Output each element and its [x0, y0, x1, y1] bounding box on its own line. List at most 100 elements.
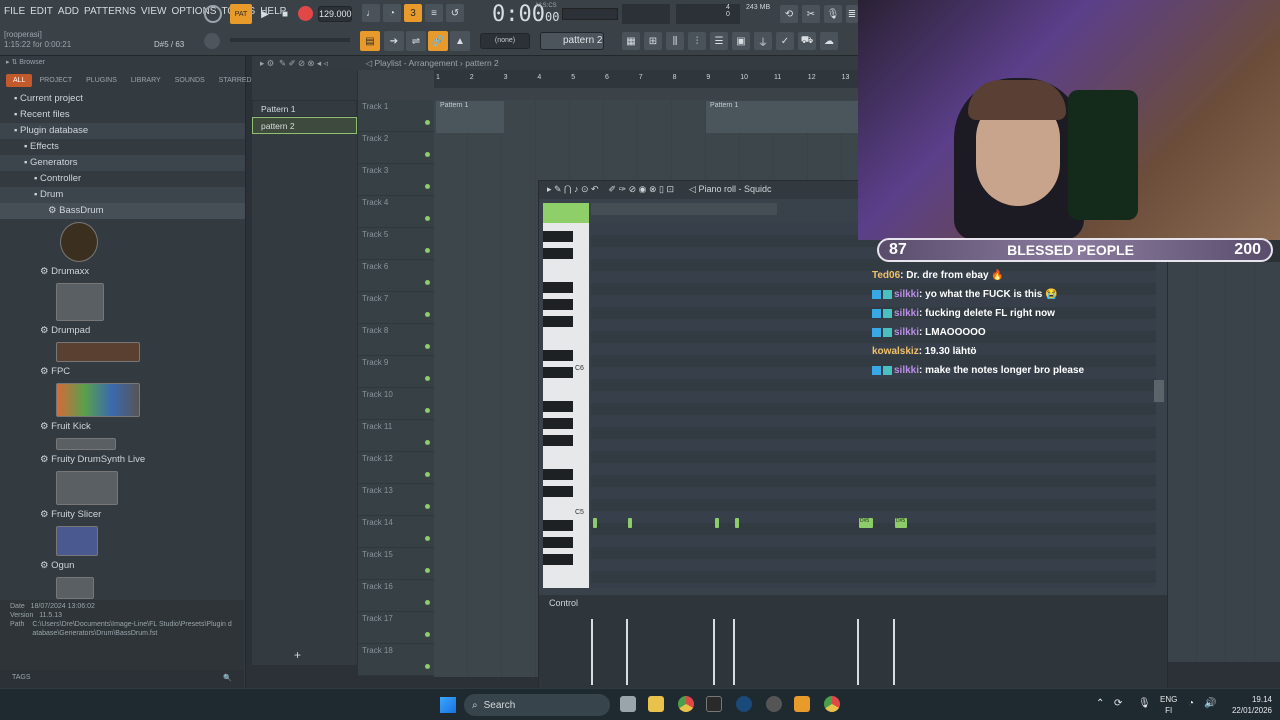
- track-header[interactable]: Track 16: [358, 580, 434, 612]
- channel-rack-icon[interactable]: ⊞: [644, 32, 662, 50]
- track-header[interactable]: Track 7: [358, 292, 434, 324]
- wait-icon[interactable]: ◔: [383, 4, 401, 22]
- language-indicator[interactable]: ENG FI: [1160, 694, 1177, 716]
- plugin-fruit-kick[interactable]: ⚙ Fruit Kick: [0, 419, 245, 435]
- render-icon[interactable]: ⛟: [798, 32, 816, 50]
- stamp-icon[interactable]: ▲: [450, 31, 470, 51]
- tray-app-icon[interactable]: ⟳: [1114, 698, 1122, 709]
- track-header[interactable]: Track 8: [358, 324, 434, 356]
- chat-username[interactable]: silkki: [894, 289, 919, 300]
- piano-keyboard[interactable]: [543, 223, 589, 588]
- pattern-clip[interactable]: Pattern 1: [706, 101, 858, 133]
- tempo-tap-icon[interactable]: ✓: [776, 32, 794, 50]
- black-key[interactable]: [543, 231, 573, 242]
- file-explorer-icon[interactable]: [648, 696, 664, 712]
- microphone-icon[interactable]: 🎙: [1138, 698, 1151, 709]
- track-header[interactable]: Track 13: [358, 484, 434, 516]
- track-mute-led[interactable]: [425, 280, 430, 285]
- track-header[interactable]: Track 6: [358, 260, 434, 292]
- note[interactable]: [593, 518, 597, 528]
- chat-username[interactable]: kowalskiz: [872, 346, 919, 357]
- note[interactable]: [715, 518, 719, 528]
- add-pattern-button[interactable]: +: [294, 648, 301, 662]
- track-mute-led[interactable]: [425, 184, 430, 189]
- epic-games-icon[interactable]: [706, 696, 722, 712]
- tree-item-current-project[interactable]: ▪ Current project: [0, 91, 245, 107]
- vertical-scrollbar[interactable]: [1154, 380, 1164, 402]
- track-mute-led[interactable]: [425, 312, 430, 317]
- mixer-view-icon[interactable]: ⫼: [666, 32, 684, 50]
- loop-record-icon[interactable]: ↺: [446, 4, 464, 22]
- track-mute-led[interactable]: [425, 344, 430, 349]
- track-mute-led[interactable]: [425, 600, 430, 605]
- record-icon[interactable]: [298, 6, 313, 21]
- master-pitch-slider[interactable]: [230, 38, 350, 42]
- black-key[interactable]: [543, 299, 573, 310]
- track-header[interactable]: Track 17: [358, 612, 434, 644]
- track-header[interactable]: Track 1: [358, 100, 434, 132]
- plugin-ogun[interactable]: ⚙ Ogun: [0, 558, 245, 574]
- playlist-button-icon[interactable]: ▤: [360, 31, 380, 51]
- drumsynth-thumbnail[interactable]: [56, 471, 118, 505]
- black-key[interactable]: [543, 486, 573, 497]
- black-key[interactable]: [543, 248, 573, 259]
- piano-roll-icon[interactable]: ▦: [622, 32, 640, 50]
- eq-icon[interactable]: ⫶: [688, 32, 706, 50]
- track-mute-led[interactable]: [425, 568, 430, 573]
- tree-item-bassdrum[interactable]: ⚙ BassDrum: [0, 203, 245, 219]
- track-mute-led[interactable]: [425, 536, 430, 541]
- track-header[interactable]: Track 11: [358, 420, 434, 452]
- track-header[interactable]: Track 18: [358, 644, 434, 676]
- tempo-display[interactable]: 129.000: [318, 6, 352, 22]
- black-key[interactable]: [543, 350, 573, 361]
- drumaxx-thumbnail[interactable]: [56, 283, 104, 321]
- mic-icon[interactable]: 🎙: [824, 5, 842, 23]
- piano-roll-tool-tab[interactable]: [543, 203, 589, 223]
- clock[interactable]: 19.14 22/01/2026: [1232, 694, 1272, 716]
- slicer-thumbnail[interactable]: [56, 526, 98, 556]
- plugin-fruity-slicer[interactable]: ⚙ Fruity Slicer: [0, 507, 245, 523]
- track-header[interactable]: Track 12: [358, 452, 434, 484]
- pitch-knob-icon[interactable]: [204, 33, 220, 49]
- menu-patterns[interactable]: PATTERNS: [84, 6, 136, 17]
- tree-item-recent-files[interactable]: ▪ Recent files: [0, 107, 245, 123]
- blend-icon[interactable]: ≡: [425, 4, 443, 22]
- metronome-icon[interactable]: ♩: [362, 4, 380, 22]
- search-tags-icon[interactable]: 🔍: [223, 674, 232, 682]
- pat-song-toggle[interactable]: PAT: [230, 4, 252, 24]
- track-header[interactable]: Track 9: [358, 356, 434, 388]
- drumpad-thumbnail[interactable]: [56, 342, 140, 362]
- ogun-thumbnail[interactable]: [56, 577, 94, 599]
- windows-start-icon[interactable]: [440, 697, 456, 713]
- tab-all[interactable]: ALL: [6, 74, 33, 87]
- menu-add[interactable]: ADD: [58, 6, 79, 17]
- track-mute-led[interactable]: [425, 504, 430, 509]
- pattern-item-selected[interactable]: pattern 2: [252, 117, 357, 134]
- track-mute-led[interactable]: [425, 472, 430, 477]
- pattern-item[interactable]: Pattern 1: [252, 100, 357, 117]
- black-key[interactable]: [543, 554, 573, 565]
- black-key[interactable]: [543, 367, 573, 378]
- track-mute-led[interactable]: [425, 440, 430, 445]
- plugin-icon[interactable]: ▣: [732, 32, 750, 50]
- track-header[interactable]: Track 14: [358, 516, 434, 548]
- tree-item-drum[interactable]: ▪ Drum: [0, 187, 245, 203]
- track-mute-led[interactable]: [425, 152, 430, 157]
- velocity-bar[interactable]: [626, 619, 628, 685]
- plugin-drumpad[interactable]: ⚙ Drumpad: [0, 323, 245, 339]
- track-header[interactable]: Track 4: [358, 196, 434, 228]
- steam-icon[interactable]: [736, 696, 752, 712]
- track-mute-led[interactable]: [425, 376, 430, 381]
- track-header[interactable]: Track 15: [358, 548, 434, 580]
- timeline-ruler[interactable]: 1 2 3 4 5 6 7 8 9 10 11 12 13: [434, 70, 858, 88]
- taskbar-search[interactable]: ⌕ Search: [464, 694, 610, 716]
- plug-icon[interactable]: ⏚: [754, 32, 772, 50]
- tree-item-controller[interactable]: ▪ Controller: [0, 171, 245, 187]
- tray-overflow-icon[interactable]: ⌃: [1096, 698, 1104, 709]
- velocity-bar[interactable]: [591, 619, 593, 685]
- chat-username[interactable]: Ted06: [872, 270, 900, 281]
- bassdrum-thumbnail[interactable]: [60, 222, 98, 262]
- track-header[interactable]: Track 10: [358, 388, 434, 420]
- link-icon[interactable]: 🔗: [428, 31, 448, 51]
- chrome-icon[interactable]: [678, 696, 694, 712]
